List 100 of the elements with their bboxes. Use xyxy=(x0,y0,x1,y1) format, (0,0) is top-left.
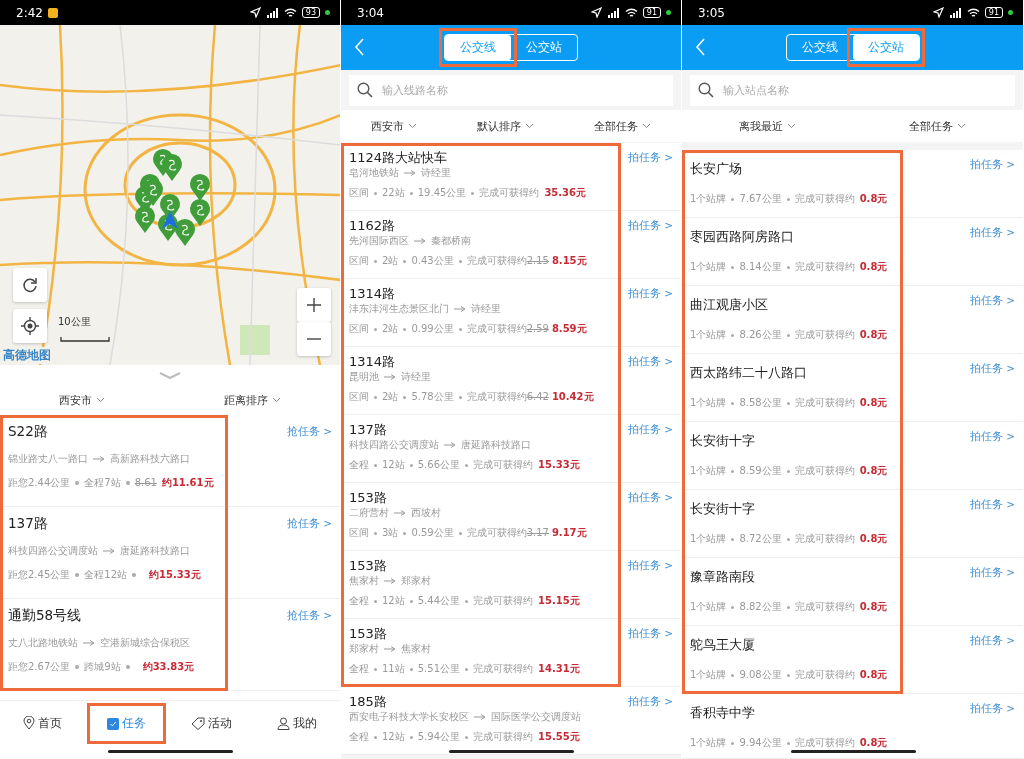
separator-dot xyxy=(374,463,377,467)
task-link[interactable]: 抢任务 > xyxy=(286,517,332,531)
route-start: 昆明池 xyxy=(349,370,379,384)
arrow-icon xyxy=(384,578,396,584)
separator-dot xyxy=(132,573,136,577)
task-link[interactable]: 抢任务 > xyxy=(286,609,332,623)
collapse-handle-icon[interactable] xyxy=(159,371,181,379)
filter-dropdown[interactable]: 默认排序 xyxy=(471,117,540,135)
task-link[interactable]: 拍任务 > xyxy=(627,491,673,505)
reward-label: 完成可获得约 xyxy=(473,730,533,744)
route-end: 诗经里 xyxy=(401,370,431,384)
separator-dot xyxy=(731,741,735,745)
back-icon[interactable] xyxy=(355,38,365,56)
separator-dot xyxy=(465,599,468,603)
reward-label: 完成可获得约 xyxy=(794,736,855,750)
task-link[interactable]: 拍任务 > xyxy=(627,627,673,641)
task-link[interactable]: 拍任务 > xyxy=(969,566,1015,580)
tab[interactable]: 公交站 xyxy=(511,35,577,60)
signal-icon xyxy=(606,7,620,18)
route-length: 5.51公里 xyxy=(417,662,460,676)
tab[interactable]: 公交线 xyxy=(786,35,853,60)
back-icon[interactable] xyxy=(696,38,706,56)
stop-count: 2站 xyxy=(382,390,399,404)
person-icon xyxy=(277,716,291,730)
task-link[interactable]: 拍任务 > xyxy=(627,559,673,573)
route-scope: 区间 xyxy=(349,526,369,540)
task-link[interactable]: 拍任务 > xyxy=(969,362,1015,376)
route-end: 国际医学公交调度站 xyxy=(491,710,581,724)
route-end: 唐延路科技路口 xyxy=(120,544,190,558)
separator-dot xyxy=(465,735,468,739)
separator-dot xyxy=(374,735,377,739)
separator-dot xyxy=(374,191,377,195)
refresh-button[interactable] xyxy=(13,268,47,302)
plus-icon xyxy=(307,298,321,312)
chevron-down-icon xyxy=(642,123,651,129)
tab[interactable]: 公交站 xyxy=(852,35,919,60)
task-link[interactable]: 拍任务 > xyxy=(969,430,1015,444)
task-link[interactable]: 拍任务 > xyxy=(969,498,1015,512)
wifi-icon xyxy=(283,7,297,18)
reward-price: 8.59元 xyxy=(551,322,587,336)
locate-icon xyxy=(21,317,39,335)
scale-bar xyxy=(60,337,110,342)
reward-price: 15.55元 xyxy=(538,730,580,744)
pin-icon xyxy=(22,716,35,730)
separator-dot xyxy=(458,395,462,399)
nav-tab[interactable]: 任务 xyxy=(100,710,152,736)
filter-dropdown[interactable]: 西安市 xyxy=(365,117,423,135)
tab[interactable]: 公交线 xyxy=(445,35,511,60)
task-link[interactable]: 拍任务 > xyxy=(627,695,673,709)
task-link[interactable]: 拍任务 > xyxy=(627,219,673,233)
route-title: 137路 xyxy=(349,421,388,438)
separator-dot xyxy=(458,327,462,331)
filter-dropdown[interactable]: 全部任务 xyxy=(588,117,657,135)
locate-button[interactable] xyxy=(13,309,47,343)
zoom-in-button[interactable] xyxy=(297,288,331,322)
station-name: 长安街十字 xyxy=(690,500,756,517)
nav-tab[interactable]: 首页 xyxy=(16,710,68,736)
route-length: 5.78公里 xyxy=(411,390,454,404)
task-link[interactable]: 拍任务 > xyxy=(969,702,1015,716)
reward-label: 完成可获得约 xyxy=(794,396,855,410)
task-link[interactable]: 拍任务 > xyxy=(627,287,673,301)
battery-indicator: 91 xyxy=(642,7,661,18)
reward-price: 15.33元 xyxy=(538,458,580,472)
search-field[interactable]: 输入站点名称 xyxy=(690,74,1015,106)
route-end: 西坡村 xyxy=(411,506,441,520)
location-arrow-icon xyxy=(249,7,261,18)
filter-dropdown[interactable]: 全部任务 xyxy=(903,117,973,135)
zoom-out-button[interactable] xyxy=(297,322,331,356)
task-link[interactable]: 拍任务 > xyxy=(969,158,1015,172)
nav-tab[interactable]: 活动 xyxy=(185,710,239,736)
stop-count: 全程7站 xyxy=(84,476,121,490)
task-link[interactable]: 拍任务 > xyxy=(969,226,1015,240)
stop-count: 全程12站 xyxy=(84,568,127,582)
separator-dot xyxy=(786,673,790,677)
reward-label: 完成可获得约 xyxy=(794,192,855,206)
search-field[interactable]: 输入线路名称 xyxy=(349,74,673,106)
task-link[interactable]: 拍任务 > xyxy=(969,294,1015,308)
filter-dropdown[interactable]: 西安市 xyxy=(53,391,112,409)
separator-dot xyxy=(409,735,413,739)
task-link[interactable]: 拍任务 > xyxy=(627,151,673,165)
status-dot xyxy=(666,10,671,15)
chevron-down-icon xyxy=(408,123,417,129)
map-pin-cluster-drawing[interactable] xyxy=(135,149,210,246)
filter-dropdown[interactable]: 距离排序 xyxy=(217,391,287,409)
sign-count: 1个站牌 xyxy=(690,532,727,546)
nav-tab[interactable]: 我的 xyxy=(271,710,324,736)
route-start: 科技四路公交调度站 xyxy=(8,544,98,558)
station-distance: 8.58公里 xyxy=(739,396,782,410)
separator-dot xyxy=(75,665,80,669)
route-end: 郑家村 xyxy=(401,574,431,588)
task-link[interactable]: 拍任务 > xyxy=(627,355,673,369)
filter-dropdown[interactable]: 离我最近 xyxy=(732,117,802,135)
reward-price: 9.17元 xyxy=(551,526,587,540)
reward-price: 0.8元 xyxy=(859,192,888,206)
task-link[interactable]: 抢任务 > xyxy=(286,425,332,439)
task-link[interactable]: 拍任务 > xyxy=(969,634,1015,648)
chevron-down-icon xyxy=(525,123,534,129)
task-link[interactable]: 拍任务 > xyxy=(627,423,673,437)
separator-dot xyxy=(409,599,413,603)
route-scope: 全程 xyxy=(349,458,369,472)
